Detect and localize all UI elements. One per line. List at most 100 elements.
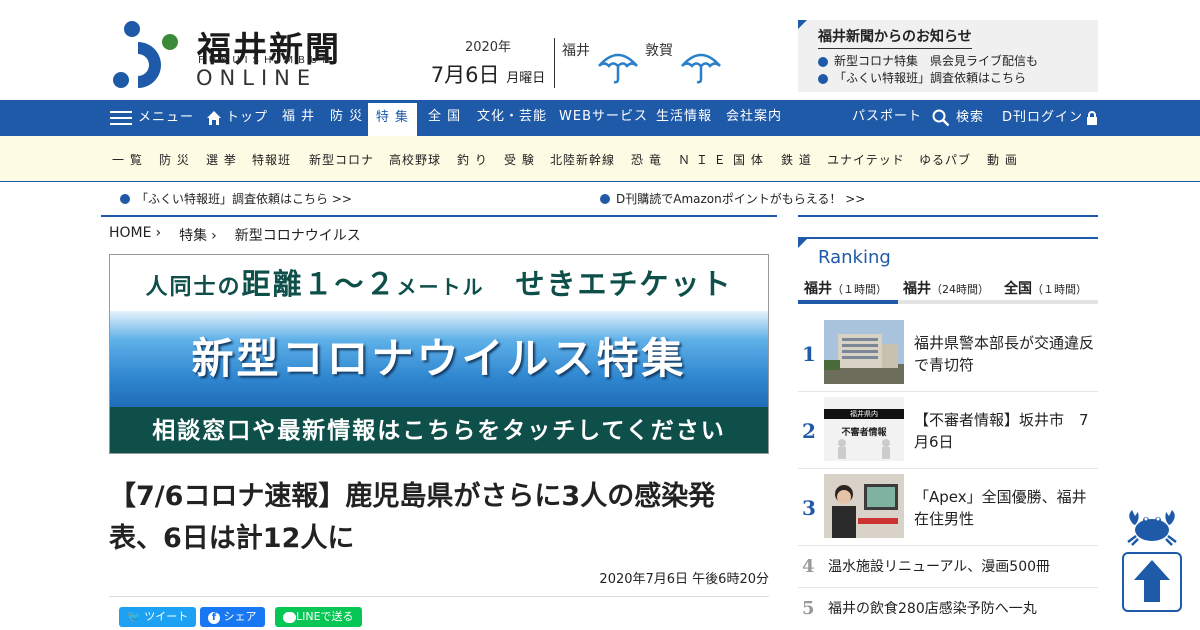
ranking-tab-span: （24時間） [931, 283, 989, 296]
ranking-top-rule [798, 215, 1098, 217]
date-weekday: 月曜日 [506, 71, 546, 86]
divider [798, 391, 1098, 392]
thumb-caption-a: 福井県内 [824, 409, 904, 419]
breadcrumb-tokushu[interactable]: 特集 › [179, 225, 217, 245]
arrow-up-icon [1134, 560, 1170, 602]
bullet-icon [818, 56, 828, 67]
subnav-item[interactable]: 選 挙 [206, 151, 237, 168]
nav-top-label: トップ [226, 110, 269, 125]
banner-top-b: 距離１～２ [241, 267, 397, 301]
nav-bousai[interactable]: 防 災 [330, 100, 363, 136]
notice-link-label: 新型コロナ特集 県会見ライブ配信も [834, 54, 1039, 68]
facebook-share-button[interactable]: f シェア [200, 607, 265, 627]
site-logo[interactable]: 福井新聞 FUKUISHIMBUN ONLINE [112, 20, 362, 92]
menu-button[interactable]: メニュー [110, 100, 194, 136]
subnav-item[interactable]: 新型コロナ [309, 151, 374, 168]
subnav-item[interactable]: 特報班 [252, 151, 291, 168]
tokuhouhan-link-label: 「ふくい特報班」調査依頼はこちら >> [136, 192, 352, 206]
nav-life-info[interactable]: 生活情報 [656, 100, 712, 136]
logo-mark-icon [113, 21, 178, 88]
subnav-item[interactable]: 動 画 [987, 151, 1018, 168]
nav-fukui[interactable]: 福 井 [282, 100, 315, 136]
nav-tokushu[interactable]: 特 集 [368, 100, 417, 136]
subnav-item[interactable]: ゆるパブ [919, 151, 971, 168]
ranking-item[interactable]: 5 福井の飲食280店感染予防へ一丸 [798, 595, 1098, 621]
banner-title: 新型コロナウイルス特集 [110, 311, 768, 407]
ranking-item[interactable]: 2 福井県内 不審者情報 【不審者情報】坂井市 7月6日 [798, 397, 1098, 463]
ranking-tab-name: 福井 [903, 281, 931, 297]
subnav-item[interactable]: Ｎ Ｉ Ｅ [678, 151, 727, 168]
breadcrumb-label: 特集 [179, 228, 208, 244]
nav-top[interactable]: トップ [206, 100, 268, 136]
weather-fukui[interactable]: 福井 [562, 40, 642, 90]
subnav-item[interactable]: 鉄 道 [781, 151, 812, 168]
chevron-right-icon: › [155, 225, 162, 241]
amazon-point-link[interactable]: D刊購読でAmazonポイントがもらえる！ >> [600, 190, 865, 207]
weather-tsuruga[interactable]: 敦賀 [645, 40, 725, 90]
d-kan-login[interactable]: D刊ログイン [1002, 100, 1098, 136]
line-share-button[interactable]: LINEで送る [275, 607, 362, 627]
banner-top-d: せきエチケット [484, 267, 733, 301]
content-top-rule [101, 215, 777, 217]
corner-marker [798, 20, 807, 29]
notice-link-label: 「ふくい特報班」調査依頼はこちら [834, 71, 1027, 85]
back-to-top-button[interactable] [1122, 552, 1182, 612]
ranking-tab-zenkoku-1h[interactable]: 全国（１時間） [1004, 278, 1087, 298]
subnav-item[interactable]: 恐 竜 [631, 151, 662, 168]
rank-number: 4 [802, 556, 815, 577]
article-thumbnail [824, 320, 904, 384]
subnav-item[interactable]: 受 験 [504, 151, 535, 168]
subnav-item[interactable]: 防 災 [159, 151, 190, 168]
divider [798, 468, 1098, 469]
facebook-share-label: シェア [223, 610, 257, 623]
subnav-item[interactable]: 釣 り [457, 151, 488, 168]
twitter-share-label: ツイート [144, 610, 189, 623]
subnav-item[interactable]: 高校野球 [389, 151, 441, 168]
ranking-tab-span: （１時間） [1032, 283, 1087, 296]
ranking-tab-name: 福井 [804, 281, 832, 297]
breadcrumb-home[interactable]: HOME › [109, 225, 161, 245]
corner-marker [798, 239, 807, 248]
breadcrumb: HOME › 特集 › 新型コロナウイルス [109, 225, 361, 245]
notice-link[interactable]: 「ふくい特報班」調査依頼はこちら [818, 70, 1078, 87]
subnav-item[interactable]: ユナイテッド [827, 151, 905, 168]
search-button[interactable]: 検索 [932, 100, 984, 136]
tokuhouhan-link[interactable]: 「ふくい特報班」調査依頼はこちら >> [120, 190, 352, 207]
line-icon [283, 611, 296, 623]
passport-link[interactable]: パスポート [852, 100, 922, 136]
breadcrumb-current: 新型コロナウイルス [234, 228, 361, 244]
ranking-item-title: 温水施設リニューアル、漫画500冊 [828, 559, 1051, 575]
menu-label: メニュー [138, 110, 195, 125]
ranking-item[interactable]: 3 「Apex」全国優勝、福井在住男性 [798, 474, 1098, 540]
banner-top-c: メートル [396, 275, 485, 299]
ranking-item-title: 【不審者情報】坂井市 7月6日 [914, 411, 1089, 451]
nav-web-service[interactable]: WEBサービス [559, 100, 648, 136]
chevron-right-icon: › [211, 228, 217, 244]
twitter-share-button[interactable]: 🐦 ツイート [119, 607, 197, 627]
ranking-tab-fukui-1h[interactable]: 福井（１時間） [804, 278, 887, 298]
home-icon [207, 111, 221, 125]
ranking-item[interactable]: 4 温水施設リニューアル、漫画500冊 [798, 553, 1098, 579]
divider [798, 545, 1098, 546]
logo-online: ONLINE [196, 66, 318, 90]
ranking-tab-fukui-24h[interactable]: 福井（24時間） [903, 278, 989, 298]
lock-icon [1087, 111, 1098, 125]
site-header: 福井新聞 FUKUISHIMBUN ONLINE 2020年 7月6日 月曜日 … [0, 0, 1200, 100]
subnav-item[interactable]: 国 体 [733, 151, 764, 168]
divider [798, 587, 1098, 588]
date-divider [554, 38, 555, 88]
notice-link[interactable]: 新型コロナ特集 県会見ライブ配信も [818, 53, 1078, 70]
umbrella-icon [681, 53, 721, 84]
article-thumbnail [824, 474, 904, 538]
nav-zenkoku[interactable]: 全 国 [428, 100, 461, 136]
nav-culture[interactable]: 文化・芸能 [477, 100, 547, 136]
nav-company[interactable]: 会社案内 [726, 100, 782, 136]
subnav-item[interactable]: 一 覧 [112, 151, 143, 168]
ranking-panel: Ranking 福井（１時間） 福井（24時間） 全国（１時間） 1 福井県警本… [798, 215, 1098, 619]
bullet-icon [600, 193, 610, 204]
banner-top-a: 人同士の [145, 275, 242, 300]
ranking-item[interactable]: 1 福井県警本部長が交通違反で青切符 [798, 320, 1098, 386]
corona-special-banner[interactable]: 人同士の距離１～２メートル せきエチケット 新型コロナウイルス特集 相談窓口や最… [109, 254, 769, 454]
subnav-item[interactable]: 北陸新幹線 [550, 151, 615, 168]
article-headline: 【7/6コロナ速報】鹿児島県がさらに3人の感染発表、6日は計12人に [109, 481, 716, 554]
